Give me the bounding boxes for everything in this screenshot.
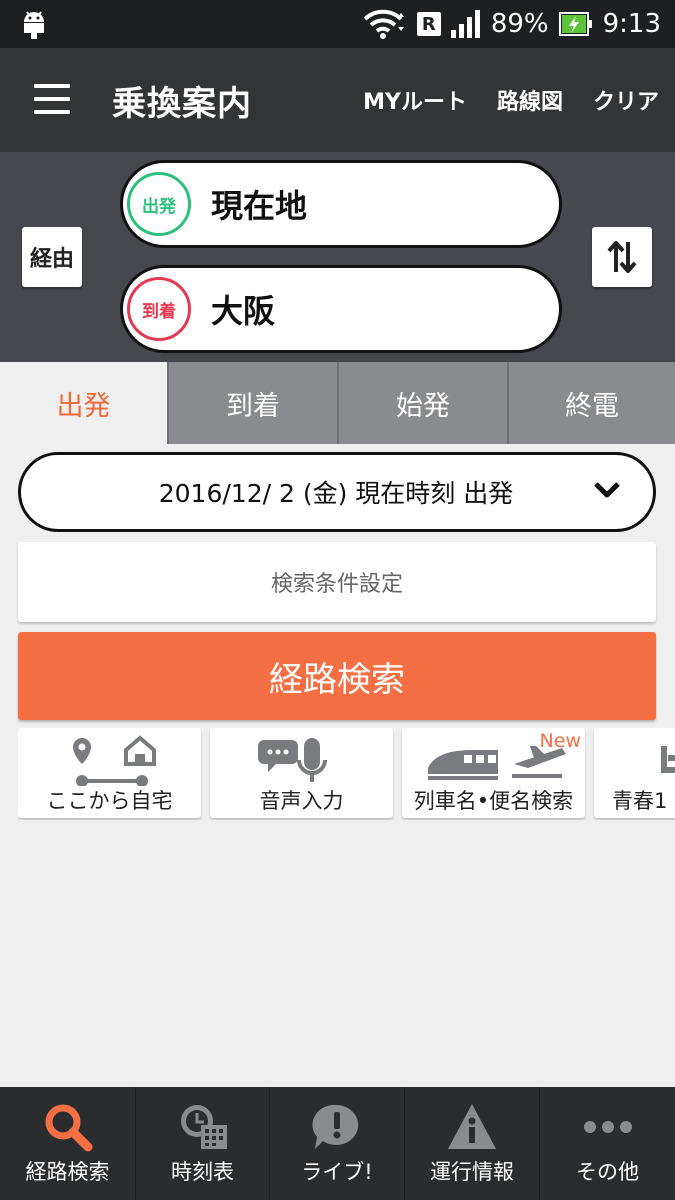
shortcut-row: ここから自宅 音声入力 New 列車名•便名検索 青春1 xyxy=(18,728,675,820)
shortcut-label: 青春1 xyxy=(612,789,668,813)
arrival-station: 大阪 xyxy=(211,292,276,330)
swap-button[interactable] xyxy=(592,227,652,287)
app-header: 乗換案内 MYルート 路線図 クリア xyxy=(0,48,675,152)
shortcut-seishun[interactable]: 青春1 xyxy=(594,728,675,818)
battery-charging-icon xyxy=(558,12,592,36)
tab-last-train[interactable]: 終電 xyxy=(507,362,675,444)
nav-label: ライブ! xyxy=(301,1160,373,1184)
route-map-link[interactable]: 路線図 xyxy=(497,84,563,116)
wifi-icon xyxy=(363,9,404,39)
via-button[interactable]: 経由 xyxy=(22,227,82,287)
shortcut-label: 列車名•便名検索 xyxy=(413,789,574,813)
page-title: 乗換案内 xyxy=(112,84,252,124)
microphone-icon xyxy=(258,738,327,782)
bottom-nav: 経路検索 時刻表 ライブ! 運行情報 その他 xyxy=(0,1087,675,1200)
arrival-badge: 到着 xyxy=(127,277,191,341)
status-bar: R 89% 9:13 xyxy=(0,0,675,48)
shortcut-train-name[interactable]: New 列車名•便名検索 xyxy=(402,728,585,818)
departure-badge: 出発 xyxy=(127,172,191,236)
search-conditions-button[interactable]: 検索条件設定 xyxy=(18,542,656,622)
roaming-badge: R xyxy=(416,12,441,36)
shortcut-home[interactable]: ここから自宅 xyxy=(18,728,201,818)
signal-icon xyxy=(450,10,480,38)
header-links: MYルート 路線図 クリア xyxy=(363,84,659,116)
nav-more[interactable]: その他 xyxy=(540,1087,675,1200)
nav-label: 経路検索 xyxy=(25,1160,110,1184)
nav-service-info[interactable]: 運行情報 xyxy=(405,1087,540,1200)
route-search-button[interactable]: 経路検索 xyxy=(18,632,656,720)
ticket-icon xyxy=(661,746,675,773)
datetime-label: 2016/12/ 2 (金) 現在時刻 出発 xyxy=(158,479,514,508)
tab-first-train[interactable]: 始発 xyxy=(337,362,507,444)
chevron-down-icon xyxy=(594,482,620,498)
datetime-selector[interactable]: 2016/12/ 2 (金) 現在時刻 出発 xyxy=(18,452,656,532)
more-icon xyxy=(583,1121,632,1133)
nav-timetable[interactable]: 時刻表 xyxy=(136,1087,270,1200)
live-alert-icon xyxy=(312,1104,359,1149)
android-icon xyxy=(24,11,44,39)
nav-label: 運行情報 xyxy=(430,1160,514,1184)
shortcut-label: ここから自宅 xyxy=(46,789,173,813)
arrival-field[interactable]: 到着 大阪 xyxy=(120,265,562,353)
time-mode-tabs: 出発 到着 始発 終電 xyxy=(0,362,675,444)
departure-field[interactable]: 出発 現在地 xyxy=(120,160,562,248)
nav-label: 時刻表 xyxy=(171,1160,234,1184)
tab-departure[interactable]: 出発 xyxy=(0,362,167,444)
home-route-icon xyxy=(73,735,156,786)
nav-route-search[interactable]: 経路検索 xyxy=(0,1087,136,1200)
shortcut-voice[interactable]: 音声入力 xyxy=(210,728,393,818)
nav-live[interactable]: ライブ! xyxy=(270,1087,405,1200)
route-panel: 経由 出発 現在地 到着 大阪 xyxy=(0,152,675,362)
departure-station: 現在地 xyxy=(211,187,308,225)
tab-arrival[interactable]: 到着 xyxy=(167,362,337,444)
new-badge: New xyxy=(539,730,581,752)
swap-icon xyxy=(607,241,637,273)
battery-percent: 89% xyxy=(490,9,549,39)
my-route-link[interactable]: MYルート xyxy=(363,84,467,116)
nav-label: その他 xyxy=(576,1160,639,1184)
menu-icon[interactable] xyxy=(34,84,70,114)
clock: 9:13 xyxy=(602,9,661,39)
search-icon xyxy=(45,1104,92,1152)
warning-info-icon xyxy=(448,1104,496,1149)
clear-link[interactable]: クリア xyxy=(593,84,659,116)
shortcut-label: 音声入力 xyxy=(259,789,344,813)
timetable-icon xyxy=(180,1105,227,1149)
